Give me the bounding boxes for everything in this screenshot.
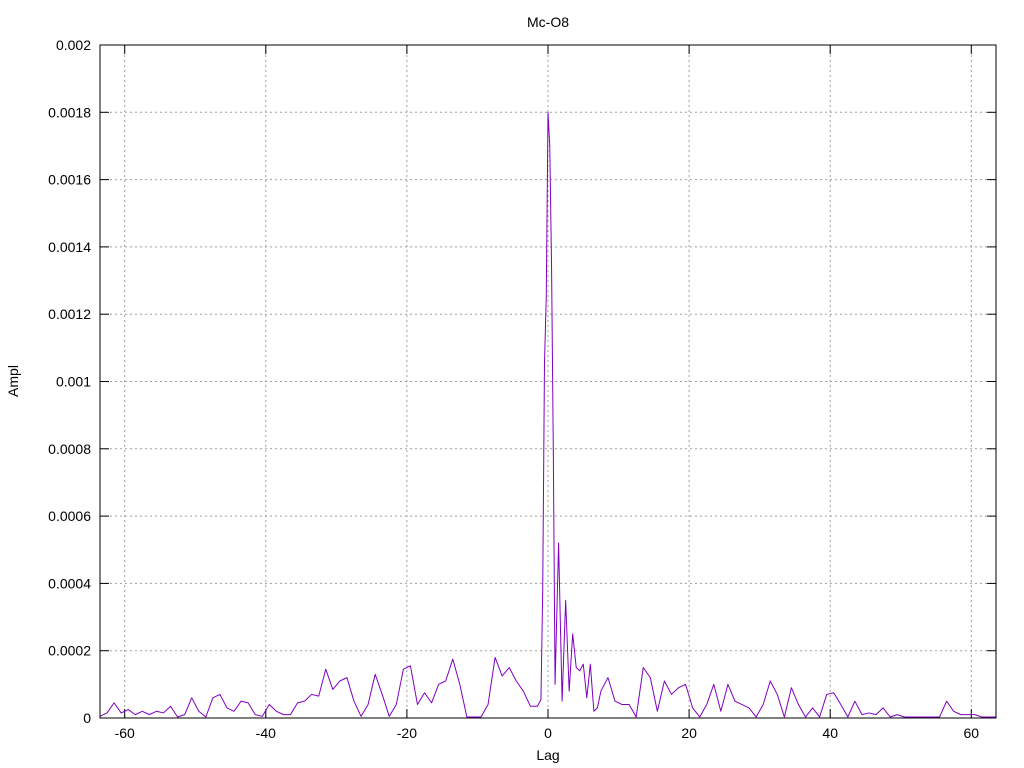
y-tick-label: 0 [83,710,91,726]
x-tick-label: 60 [964,725,980,741]
x-tick-label: -60 [115,725,135,741]
x-tick-label: 20 [681,725,697,741]
y-tick-label: 0.0018 [48,104,91,120]
y-tick-label: 0.0014 [48,239,91,255]
y-tick-label: 0.0006 [48,508,91,524]
y-tick-label: 0.0002 [48,643,91,659]
x-axis-label: Lag [536,747,559,763]
x-tick-label: -40 [256,725,276,741]
y-tick-label: 0.002 [56,37,91,53]
y-axis-label: Ampl [5,365,21,397]
tick-label-layer: -60 -40 -20 0 20 40 60 0 0.0002 0.0004 0.0006 0.000… [48,37,979,741]
y-tick-label: 0.0016 [48,172,91,188]
y-tick-label: 0.0008 [48,441,91,457]
chart-title: Mc-O8 [527,14,569,30]
y-tick-label: 0.001 [56,374,91,390]
chart: Mc-O8 Ampl Lag -60 -40 -20 0 20 40 60 0 0.0002 0.… [5,14,997,763]
x-tick-label: 0 [544,725,552,741]
x-tick-label: -20 [397,725,417,741]
x-tick-label: 40 [822,725,838,741]
y-tick-label: 0.0004 [48,575,91,591]
y-tick-label: 0.0012 [48,306,91,322]
